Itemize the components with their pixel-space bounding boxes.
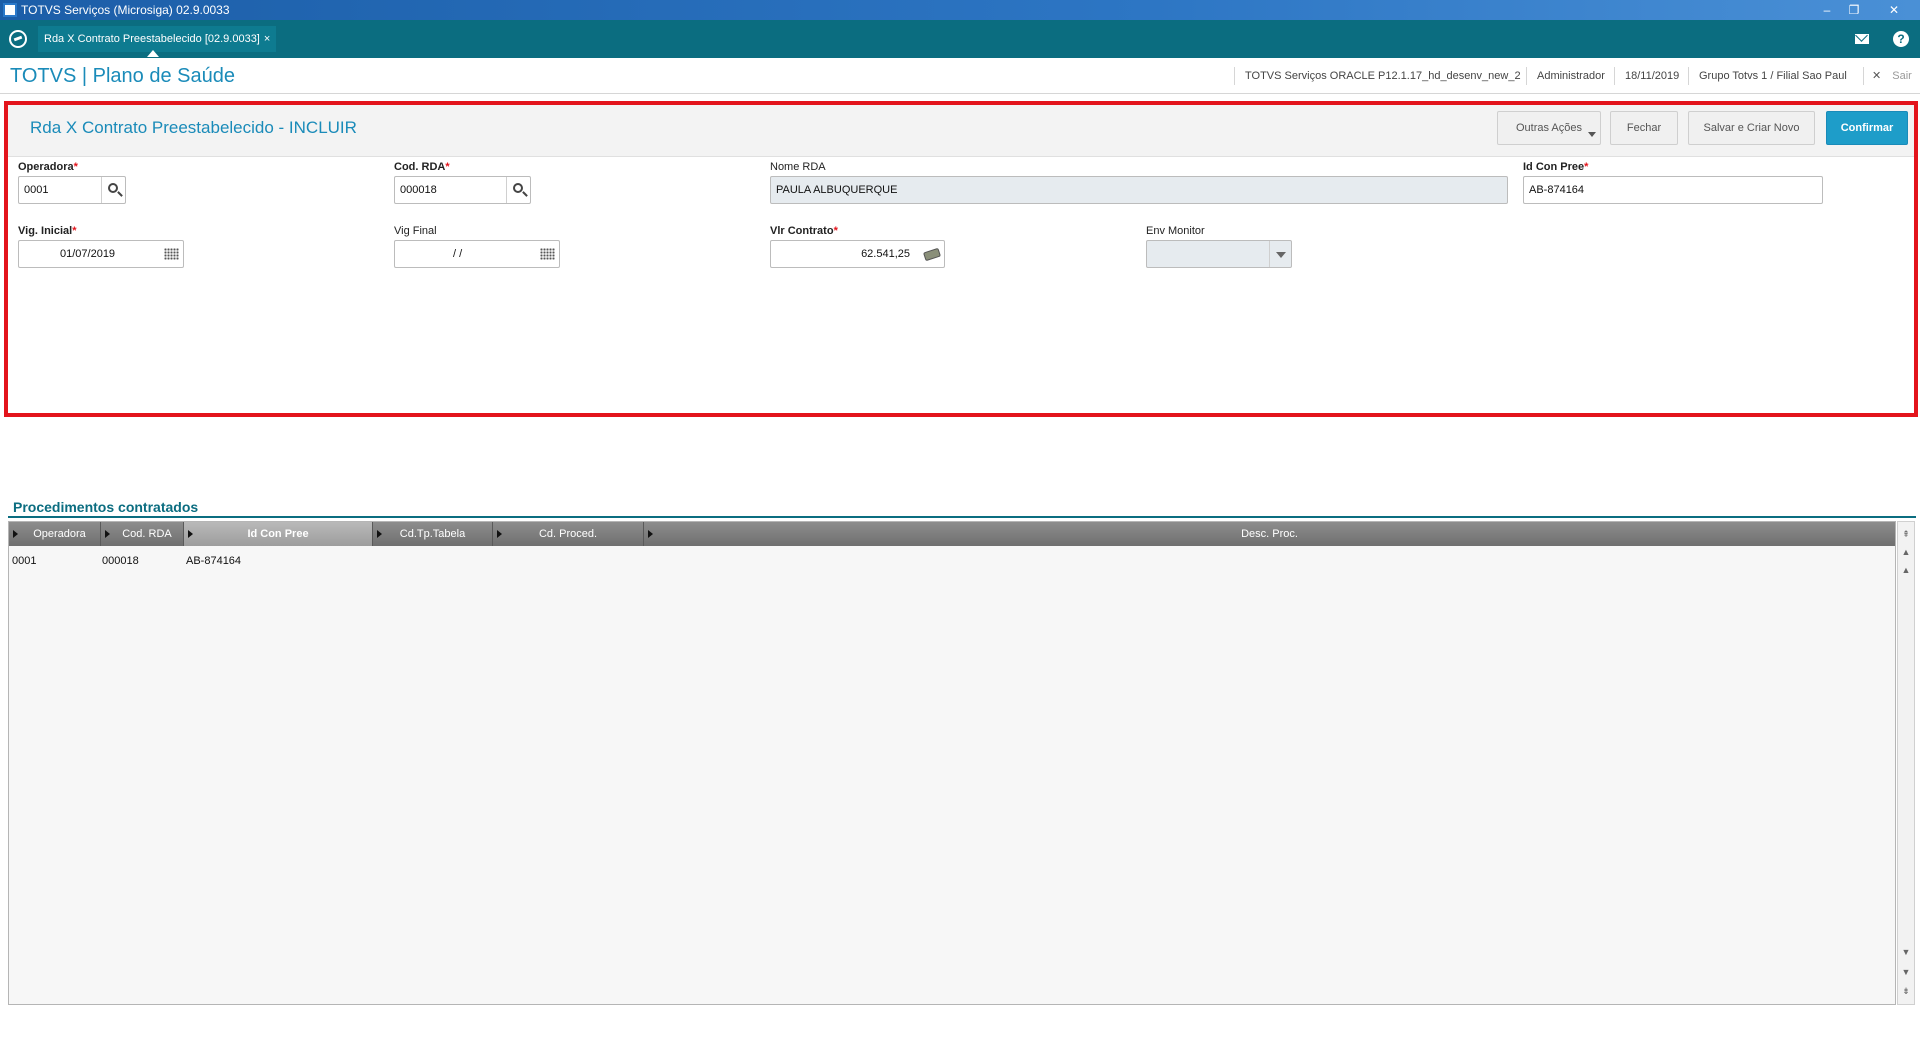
column-sort-icon [188, 530, 193, 538]
tab-rda-contrato[interactable]: Rda X Contrato Preestabelecido [02.9.003… [38, 26, 277, 52]
save-and-new-button[interactable]: Salvar e Criar Novo [1688, 111, 1815, 145]
tab-bar: Rda X Contrato Preestabelecido [02.9.003… [0, 20, 1920, 58]
column-sort-icon [105, 530, 110, 538]
scroll-bottom-icon[interactable]: ⇟ [1900, 985, 1912, 997]
cell-operadora: 0001 [12, 555, 37, 567]
column-header-desc-proc[interactable]: Desc. Proc. [644, 522, 1895, 546]
column-header-operadora[interactable]: Operadora [9, 522, 101, 546]
column-header-cod-rda[interactable]: Cod. RDA [101, 522, 184, 546]
operadora-field[interactable]: 0001 [18, 176, 126, 204]
tab-label: Rda X Contrato Preestabelecido [02.9.003… [44, 33, 260, 45]
id-con-pree-field[interactable]: AB-874164 [1523, 176, 1823, 204]
window-title: TOTVS Serviços (Microsiga) 02.9.0033 [21, 3, 230, 17]
form-toolbar: Rda X Contrato Preestabelecido - INCLUIR… [8, 105, 1914, 157]
form-title: Rda X Contrato Preestabelecido - INCLUIR [30, 118, 357, 137]
app-icon [3, 3, 17, 17]
vig-inicial-value: 01/07/2019 [60, 248, 116, 260]
home-icon[interactable] [9, 30, 27, 48]
operadora-search-icon[interactable] [101, 177, 125, 203]
operadora-value: 0001 [24, 184, 49, 196]
close-button[interactable]: Fechar [1610, 111, 1678, 145]
vig-final-field[interactable]: / / [394, 240, 560, 268]
form-panel: Rda X Contrato Preestabelecido - INCLUIR… [4, 101, 1918, 417]
column-sort-icon [377, 530, 382, 538]
env-monitor-dropdown-icon[interactable] [1269, 241, 1291, 267]
nome-rda-field: PAULA ALBUQUERQUE [770, 176, 1508, 204]
logout-icon: ✕ [1872, 70, 1882, 82]
vig-inicial-calendar-icon[interactable] [159, 241, 183, 267]
cod-rda-value: 000018 [400, 184, 437, 196]
scroll-down-icon[interactable]: ▼ [1900, 946, 1912, 958]
grid-title: Procedimentos contratados [13, 499, 199, 515]
cell-cod-rda: 000018 [102, 555, 139, 567]
procedures-grid: Operadora Cod. RDA Id Con Pree Cd.Tp.Tab… [8, 521, 1896, 1005]
other-actions-label: Outras Ações [1515, 122, 1583, 134]
cell-id-con-pree: AB-874164 [186, 555, 242, 567]
column-sort-icon [648, 530, 653, 538]
restore-button[interactable]: ❐ [1843, 1, 1865, 19]
grid-scrollbar[interactable]: ⇞ ▲ ▲ ▼ ▼ ⇟ [1897, 521, 1915, 1005]
money-icon[interactable] [920, 241, 944, 267]
app-logo: TOTVS | Plano de Saúde [10, 65, 235, 87]
vig-final-calendar-icon[interactable] [535, 241, 559, 267]
scroll-page-down-icon[interactable]: ▼ [1900, 966, 1912, 978]
app-header: TOTVS | Plano de Saúde TOTVS Serviços OR… [0, 58, 1920, 94]
env-monitor-select[interactable] [1146, 240, 1292, 268]
column-sort-icon [13, 530, 18, 538]
vig-final-label: Vig Final [394, 225, 437, 237]
id-con-pree-label: Id Con Pree* [1523, 161, 1589, 173]
user-info: Administrador [1526, 67, 1605, 85]
vlr-contrato-label: Vlr Contrato* [770, 225, 838, 237]
date-info: 18/11/2019 [1614, 67, 1679, 85]
cod-rda-search-icon[interactable] [506, 177, 530, 203]
window-close-button[interactable]: ✕ [1883, 1, 1905, 19]
chevron-down-icon [1588, 132, 1596, 137]
env-monitor-label: Env Monitor [1146, 225, 1205, 237]
scroll-up-icon[interactable]: ▲ [1900, 564, 1912, 576]
other-actions-button[interactable]: Outras Ações [1497, 111, 1601, 145]
logout-label: Sair [1892, 70, 1912, 82]
column-header-cd-tp-tabela[interactable]: Cd.Tp.Tabela [373, 522, 493, 546]
column-header-cd-proced[interactable]: Cd. Proced. [493, 522, 644, 546]
vig-inicial-label: Vig. Inicial* [18, 225, 77, 237]
vig-final-value: / / [453, 248, 463, 260]
scroll-top-icon[interactable]: ⇞ [1900, 528, 1912, 540]
vig-inicial-field[interactable]: 01/07/2019 [18, 240, 184, 268]
confirm-button[interactable]: Confirmar [1826, 111, 1908, 145]
operadora-label: Operadora* [18, 161, 78, 173]
tab-close-icon[interactable]: × [264, 33, 270, 45]
cod-rda-label: Cod. RDA* [394, 161, 450, 173]
active-tab-indicator [147, 50, 159, 57]
help-icon[interactable]: ? [1893, 31, 1909, 47]
vlr-contrato-field[interactable]: 62.541,25 [770, 240, 945, 268]
nome-rda-label: Nome RDA [770, 161, 826, 173]
window-titlebar: TOTVS Serviços (Microsiga) 02.9.0033 – ❐… [0, 0, 1920, 20]
scroll-page-up-icon[interactable]: ▲ [1900, 546, 1912, 558]
logout-link[interactable]: ✕ Sair [1863, 67, 1912, 85]
grid-title-divider [8, 516, 1916, 518]
cod-rda-field[interactable]: 000018 [394, 176, 531, 204]
grid-header: Operadora Cod. RDA Id Con Pree Cd.Tp.Tab… [9, 522, 1895, 546]
vlr-contrato-value: 62.541,25 [861, 248, 910, 260]
column-header-id-con-pree[interactable]: Id Con Pree [184, 522, 373, 546]
mail-icon[interactable] [1854, 31, 1870, 47]
minimize-button[interactable]: – [1816, 1, 1838, 19]
environment-info: TOTVS Serviços ORACLE P12.1.17_hd_desenv… [1234, 67, 1521, 85]
column-sort-icon [497, 530, 502, 538]
branch-info: Grupo Totvs 1 / Filial Sao Paul [1688, 67, 1847, 85]
table-row[interactable]: 0001 000018 AB-874164 [9, 548, 1895, 568]
